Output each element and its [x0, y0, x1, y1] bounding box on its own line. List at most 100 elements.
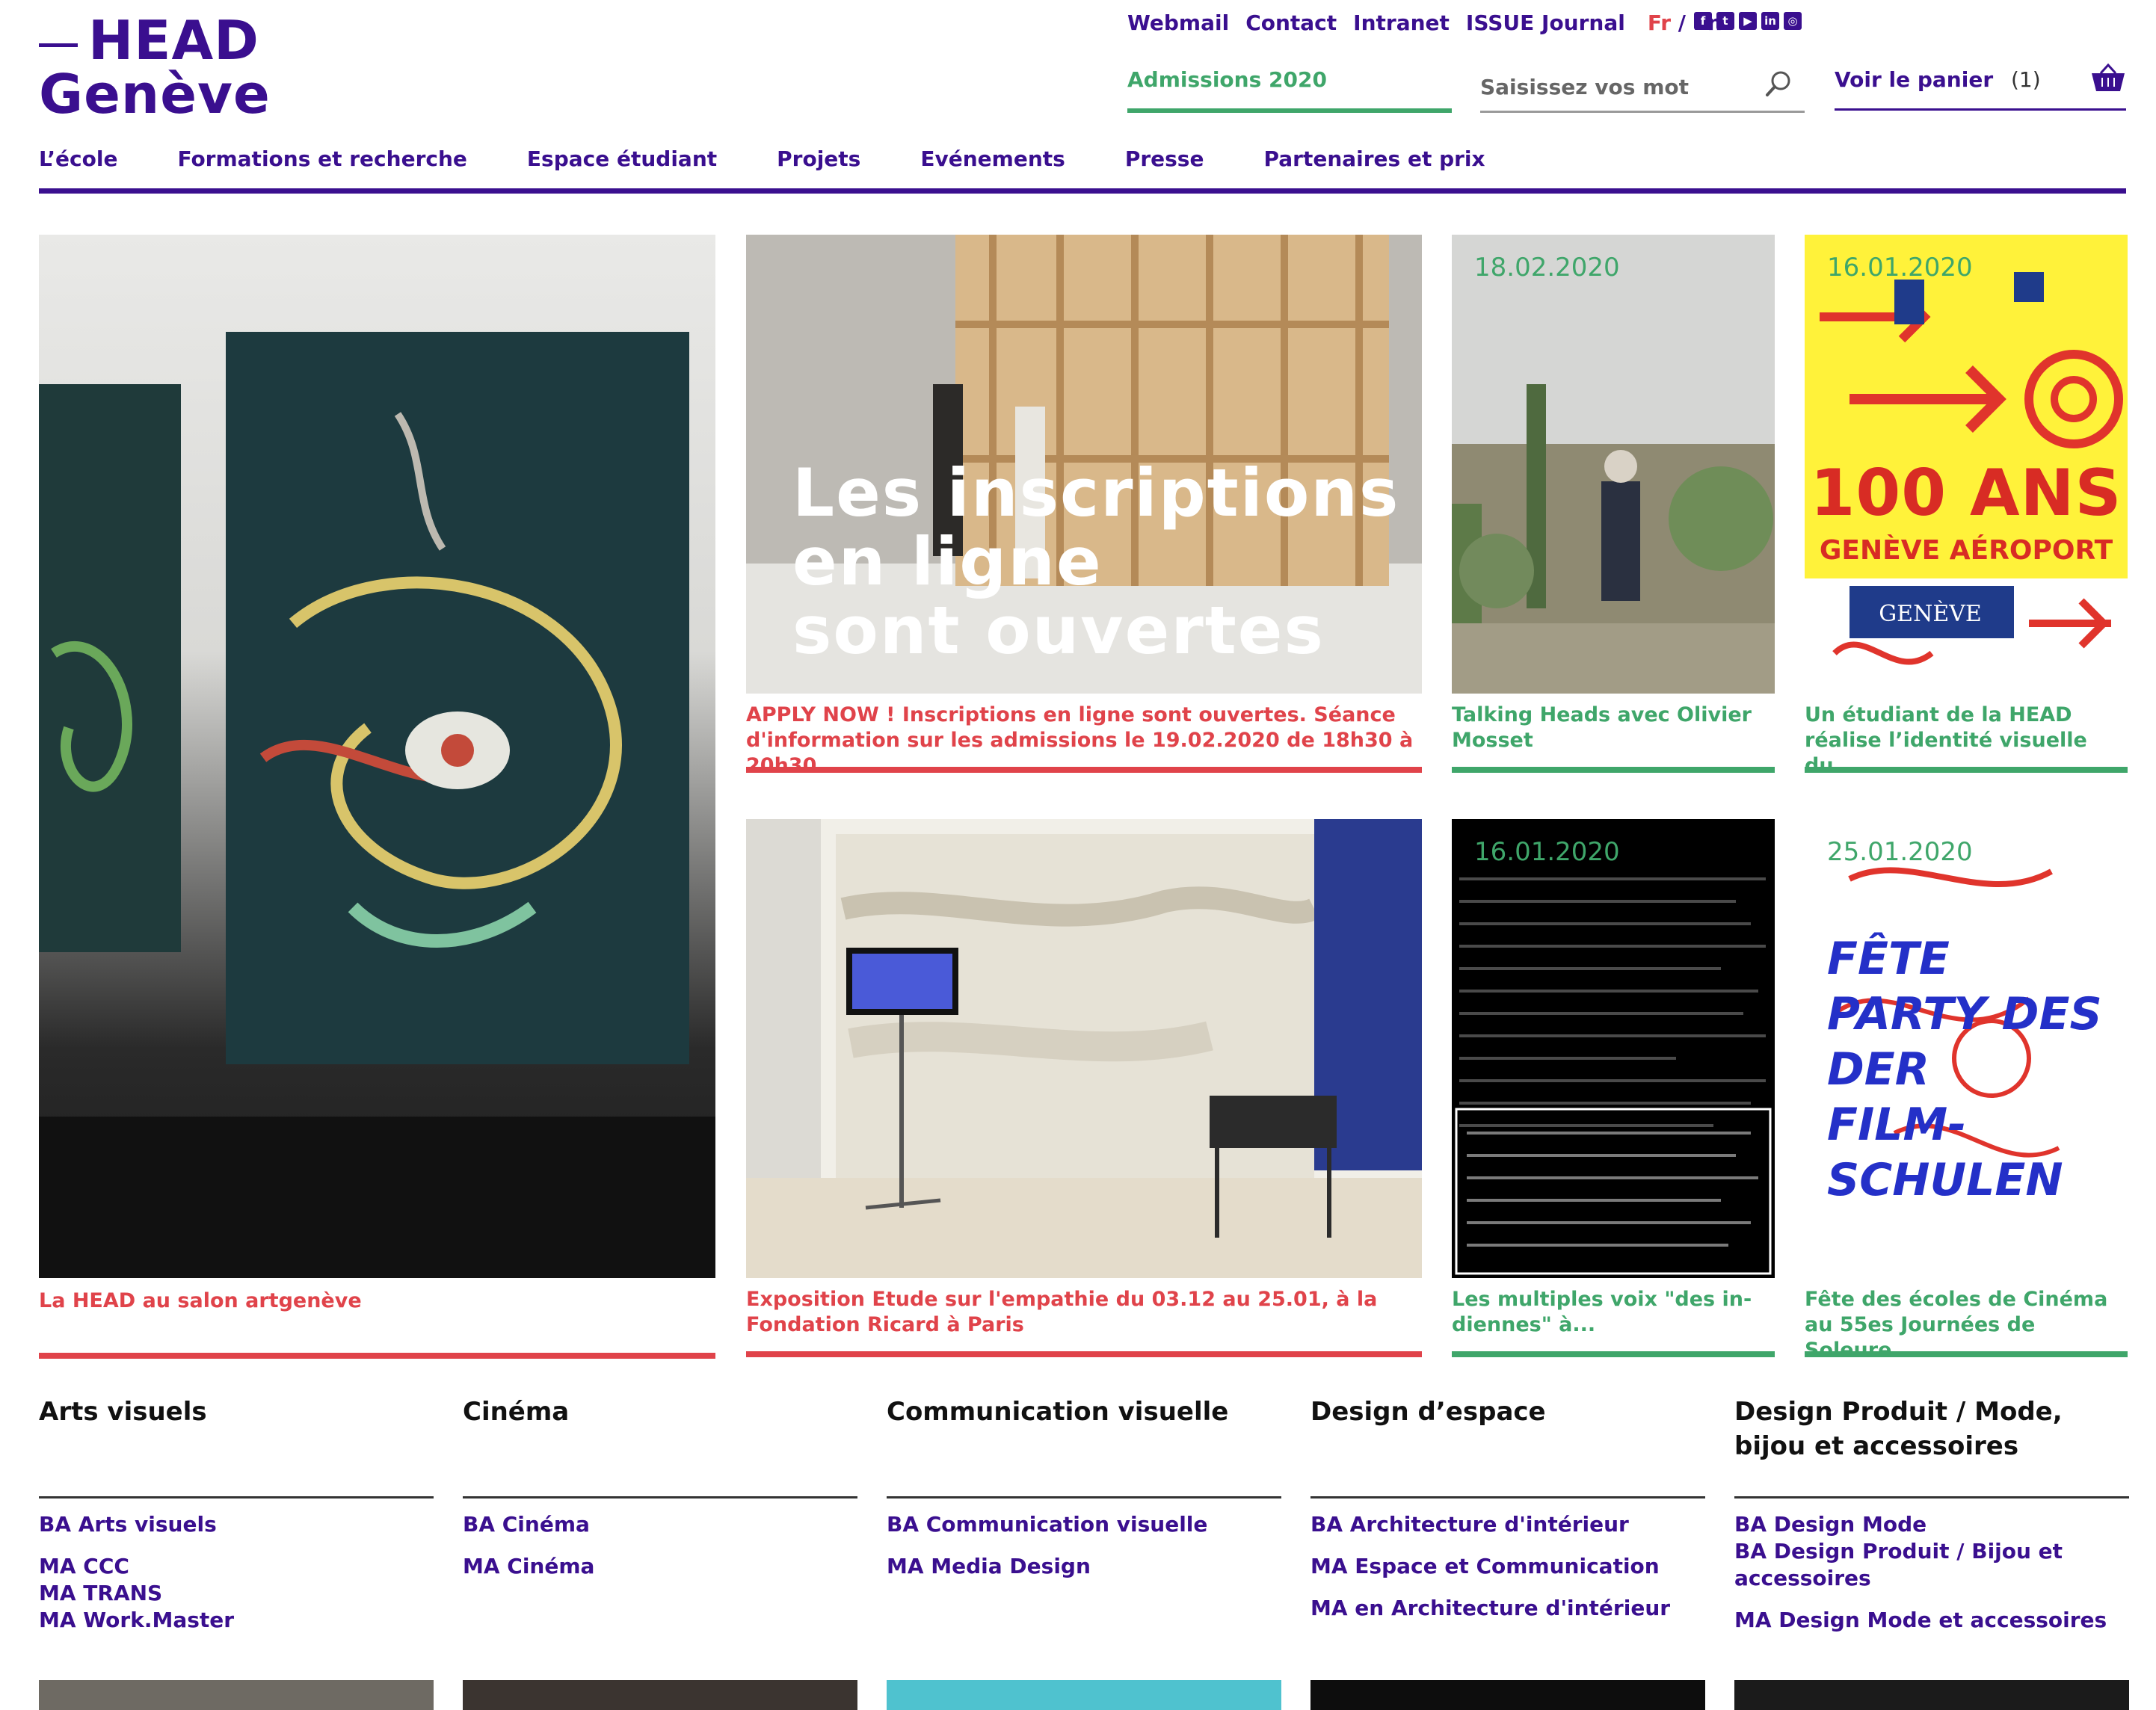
- tile-multiples-voix-caption[interactable]: Les multiples voix "des in-diennes" à...: [1452, 1287, 1775, 1338]
- logo[interactable]: HEAD Genève: [39, 13, 270, 126]
- link-ba-architecture-interieur[interactable]: BA Architecture d'intérieur: [1310, 1511, 1670, 1538]
- tile-aeroport-date: 16.01.2020: [1827, 253, 1973, 283]
- tile-artgeneve-caption[interactable]: La HEAD au salon artgenève: [39, 1288, 715, 1314]
- link-ba-design-mode[interactable]: BA Design Mode: [1734, 1511, 2129, 1538]
- tile-multiples-voix-image[interactable]: 16.01.2020: [1452, 819, 1775, 1278]
- section-links: BA Architecture d'intérieur MA Espace et…: [1310, 1511, 1670, 1637]
- link-ba-arts-visuels[interactable]: BA Arts visuels: [39, 1511, 234, 1538]
- gallery-photo: [746, 819, 1422, 1278]
- cart-count: (1): [2011, 67, 2041, 92]
- lang-separator: /: [1671, 10, 1693, 35]
- tile-empathie-image[interactable]: [746, 819, 1422, 1278]
- tile-artgeneve-image[interactable]: [39, 235, 715, 1278]
- facebook-icon[interactable]: f: [1694, 12, 1712, 30]
- link-ma-work-master[interactable]: MA Work.Master: [39, 1607, 234, 1634]
- poster-line-1: FÊTE: [1827, 933, 1950, 985]
- desert-photo: [1452, 235, 1775, 694]
- admissions-link[interactable]: Admissions 2020: [1127, 67, 1452, 113]
- overlay-line-2: en ligne: [792, 523, 1103, 600]
- link-ba-design-produit-bijou[interactable]: BA Design Produit / Bijou et accessoires: [1734, 1538, 2129, 1592]
- link-ma-media-design[interactable]: MA Media Design: [887, 1553, 1207, 1580]
- cart-label: Voir le panier: [1835, 67, 1994, 92]
- poster-line-3: DER: [1827, 1043, 1929, 1096]
- linkedin-icon[interactable]: in: [1761, 12, 1779, 30]
- nav-item-projets[interactable]: Projets: [777, 146, 860, 171]
- nav-item-formations[interactable]: Formations et recherche: [177, 146, 466, 171]
- basket-icon: [2092, 63, 2125, 91]
- tile-fete-ecoles-bar: [1805, 1351, 2128, 1357]
- nav-item-ecole[interactable]: L’école: [39, 146, 117, 171]
- section-design-espace: Design d’espace BA Architecture d'intéri…: [1310, 1395, 1705, 1620]
- link-ma-trans[interactable]: MA TRANS: [39, 1580, 234, 1607]
- thumb-design-espace[interactable]: [1310, 1680, 1705, 1710]
- section-title[interactable]: Cinéma: [463, 1395, 857, 1492]
- thumb-communication-visuelle[interactable]: [887, 1680, 1281, 1710]
- nav-item-evenements[interactable]: Evénements: [920, 146, 1065, 171]
- cart-link[interactable]: Voir le panier (1): [1835, 63, 2126, 111]
- section-rule: [1734, 1496, 2129, 1498]
- thumb-cinema[interactable]: [463, 1680, 857, 1710]
- section-title[interactable]: Communication visuelle: [887, 1395, 1281, 1492]
- overlay-line-1: Les inscriptions: [792, 454, 1400, 531]
- tile-multiples-voix-date: 16.01.2020: [1474, 837, 1620, 867]
- search-icon[interactable]: [1764, 69, 1794, 99]
- link-ma-design-mode-accessoires[interactable]: MA Design Mode et accessoires: [1734, 1607, 2129, 1634]
- youtube-icon[interactable]: ▶: [1739, 12, 1757, 30]
- link-ma-ccc[interactable]: MA CCC: [39, 1553, 234, 1580]
- section-communication-visuelle: Communication visuelle BA Communication …: [887, 1395, 1281, 1578]
- instagram-icon[interactable]: ◎: [1784, 12, 1802, 30]
- section-cinema: Cinéma BA Cinéma MA Cinéma: [463, 1395, 857, 1578]
- tile-multiples-voix-bar: [1452, 1351, 1775, 1357]
- nav-divider: [39, 188, 2126, 194]
- poster-lines: FÊTE PARTY DES DER FILM- SCHULEN: [1827, 931, 2102, 1208]
- section-title[interactable]: Design d’espace: [1310, 1395, 1705, 1492]
- link-ma-espace-communication[interactable]: MA Espace et Communication: [1310, 1553, 1670, 1580]
- link-ma-architecture-interieur[interactable]: MA en Architecture d'intérieur: [1310, 1595, 1670, 1622]
- text-screen-artwork: [1452, 819, 1775, 1278]
- utility-link-webmail[interactable]: Webmail: [1127, 10, 1229, 35]
- tile-aeroport-bar: [1805, 767, 2128, 773]
- tile-empathie-bar: [746, 1351, 1422, 1357]
- utility-link-contact[interactable]: Contact: [1245, 10, 1337, 35]
- lang-fr[interactable]: Fr: [1648, 10, 1671, 35]
- link-ba-cinema[interactable]: BA Cinéma: [463, 1511, 594, 1538]
- thumb-arts-visuels[interactable]: [39, 1680, 434, 1710]
- tile-aeroport-image[interactable]: 100 ANS GENÈVE AÉROPORT GENÈVE 16.01.202…: [1805, 235, 2128, 694]
- search-input[interactable]: [1480, 69, 1749, 105]
- search-box: [1480, 63, 1805, 113]
- twitter-icon[interactable]: t: [1716, 12, 1734, 30]
- logo-dash: [39, 43, 78, 47]
- section-title[interactable]: Arts visuels: [39, 1395, 434, 1492]
- section-links: BA Arts visuels MA CCC MA TRANS MA Work.…: [39, 1511, 234, 1634]
- poster-geneve-badge: GENÈVE: [1879, 601, 1982, 627]
- tile-inscriptions-image[interactable]: Les inscriptions en ligne sont ouvertes: [746, 235, 1422, 694]
- social-links: f t ▶ in ◎: [1694, 12, 1802, 30]
- tile-talking-heads-caption[interactable]: Talking Heads avec Olivier Mosset: [1452, 703, 1775, 753]
- section-rule: [463, 1496, 857, 1498]
- poster-line-2: PARTY DES: [1827, 988, 2102, 1040]
- poster-geneve-aeroport: GENÈVE AÉROPORT: [1819, 535, 2113, 566]
- thumb-design-produit[interactable]: [1734, 1680, 2129, 1710]
- tile-talking-heads-bar: [1452, 767, 1775, 773]
- section-links: BA Design Mode BA Design Produit / Bijou…: [1734, 1511, 2129, 1649]
- tile-talking-heads-image[interactable]: 18.02.2020: [1452, 235, 1775, 694]
- utility-link-intranet[interactable]: Intranet: [1353, 10, 1450, 35]
- main-nav: L’école Formations et recherche Espace é…: [39, 146, 2126, 171]
- utility-link-issue-journal[interactable]: ISSUE Journal: [1466, 10, 1625, 35]
- section-rule: [887, 1496, 1281, 1498]
- tile-empathie-caption[interactable]: Exposition Etude sur l'empathie du 03.12…: [746, 1287, 1422, 1338]
- poster-line-5: SCHULEN: [1827, 1154, 2063, 1206]
- nav-item-presse[interactable]: Presse: [1125, 146, 1204, 171]
- poster-100-ans: 100 ANS: [1810, 456, 2122, 531]
- utility-nav: Webmail Contact Intranet ISSUE Journal F…: [1127, 10, 1722, 35]
- overlay-line-3: sont ouvertes: [792, 592, 1325, 669]
- link-ba-communication-visuelle[interactable]: BA Communication visuelle: [887, 1511, 1207, 1538]
- section-title[interactable]: Design Produit / Mode, bijou et accessoi…: [1734, 1395, 2129, 1492]
- tile-fete-ecoles-image[interactable]: FÊTE PARTY DES DER FILM- SCHULEN 25.01.2…: [1805, 819, 2128, 1278]
- poster-line-4: FILM-: [1827, 1099, 1967, 1151]
- section-design-produit-mode: Design Produit / Mode, bijou et accessoi…: [1734, 1395, 2129, 1632]
- tile-artgeneve-bar: [39, 1353, 715, 1359]
- nav-item-espace-etudiant[interactable]: Espace étudiant: [527, 146, 717, 171]
- nav-item-partenaires[interactable]: Partenaires et prix: [1263, 146, 1485, 171]
- link-ma-cinema[interactable]: MA Cinéma: [463, 1553, 594, 1580]
